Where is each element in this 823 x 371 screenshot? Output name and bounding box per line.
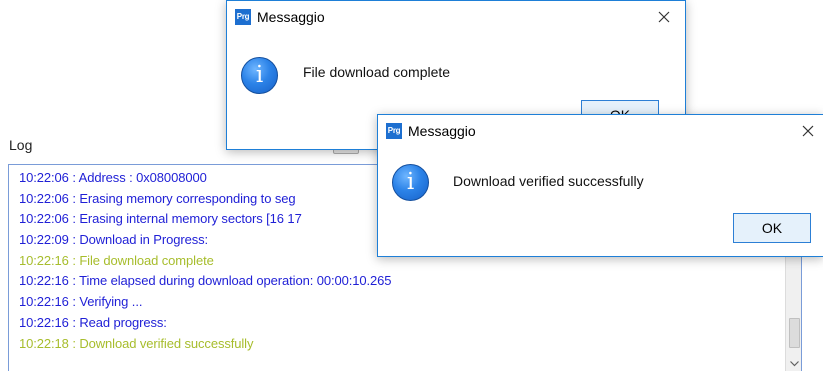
close-icon[interactable] — [793, 115, 823, 147]
log-title: Log — [9, 137, 33, 153]
scroll-down-icon[interactable] — [787, 356, 801, 371]
log-line: 10:22:06 : Address : 0x08008000 — [19, 170, 207, 185]
log-line: 10:22:09 : Download in Progress: — [19, 232, 209, 248]
app-icon: Prg — [235, 9, 251, 25]
info-icon: i — [241, 57, 278, 94]
log-line: 10:22:16 : Time elapsed during download … — [19, 273, 392, 289]
message-dialog-download-verified: Prg Messaggio i Download verified succes… — [377, 114, 823, 257]
dialog-title: Messaggio — [257, 9, 325, 25]
dialog-message: Download verified successfully — [453, 173, 644, 189]
scrollbar-thumb[interactable] — [789, 318, 800, 348]
log-lines: 10:22:06 : Address : 0x08008000 10:22:06 … — [19, 168, 392, 354]
log-line: 10:22:16 : Verifying ... — [19, 294, 143, 310]
ok-button[interactable]: OK — [733, 213, 811, 243]
close-icon[interactable] — [643, 1, 685, 33]
dialog-message: File download complete — [303, 64, 451, 80]
log-line: 10:22:16 : Read progress: — [19, 314, 167, 330]
log-line: 10:22:06 : Erasing memory corresponding … — [19, 190, 296, 206]
dialog-title: Messaggio — [408, 123, 476, 139]
dialog-titlebar[interactable]: Prg Messaggio — [227, 1, 685, 33]
log-line: 10:22:16 : File download complete — [19, 252, 214, 268]
info-icon: i — [392, 164, 429, 201]
dialog-titlebar[interactable]: Prg Messaggio — [378, 115, 823, 147]
log-line: 10:22:06 : Erasing internal memory secto… — [19, 211, 302, 227]
log-line: 10:22:18 : Download verified successfull… — [19, 335, 254, 351]
app-icon: Prg — [386, 123, 402, 139]
